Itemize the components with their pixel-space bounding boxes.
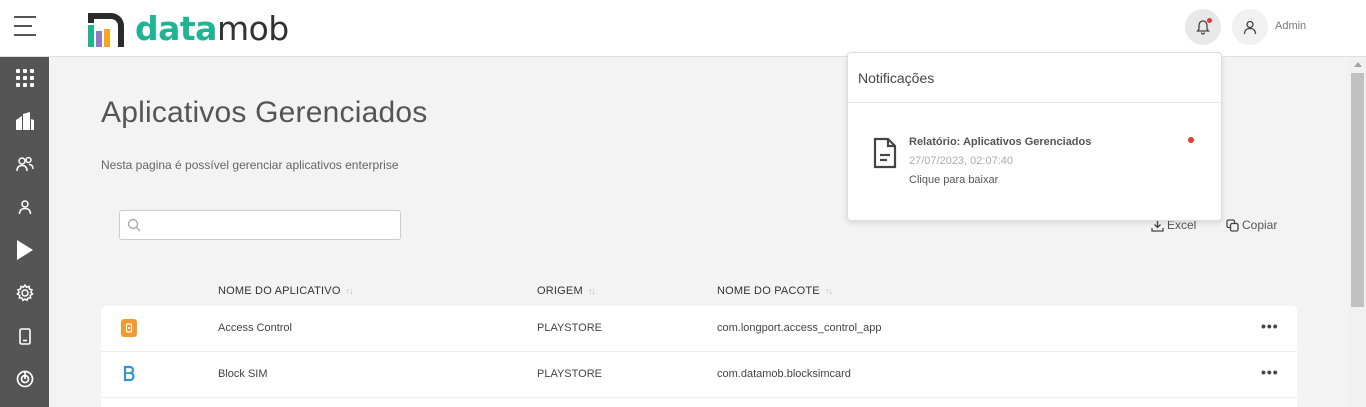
- app-package: com.longport.access_control_app: [717, 322, 882, 334]
- column-header-package[interactable]: NOME DO PACOTE ↑↓: [717, 285, 833, 297]
- sort-icon: ↑↓: [824, 286, 833, 296]
- notifications-button[interactable]: [1185, 9, 1221, 45]
- gear-icon: [15, 284, 34, 302]
- notification-date: 27/07/2023, 02:07:40: [909, 155, 1013, 167]
- sidebar-item-groups[interactable]: [0, 143, 49, 185]
- sidebar-item-users[interactable]: [0, 186, 49, 228]
- app-origin: PLAYSTORE: [537, 322, 603, 334]
- grid-icon: [15, 69, 34, 87]
- sidebar-item-companies[interactable]: [0, 100, 49, 142]
- app-origin: PLAYSTORE: [537, 368, 603, 380]
- page-title: Aplicativos Gerenciados: [101, 96, 428, 129]
- sidebar-item-reports[interactable]: [0, 358, 49, 400]
- search-icon: [127, 218, 141, 232]
- app-name: Block SIM: [218, 368, 268, 380]
- copy-label: Copiar: [1242, 218, 1278, 232]
- datamob-logo[interactable]: datamob: [87, 8, 289, 48]
- sidebar-item-devices[interactable]: [0, 315, 49, 357]
- app-package: com.datamob.blocksimcard: [717, 368, 851, 380]
- column-header-app-name[interactable]: NOME DO APLICATIVO ↑↓: [218, 285, 354, 297]
- sidebar: [0, 57, 49, 407]
- notification-download-link[interactable]: Clique para baixar: [909, 174, 998, 186]
- unread-indicator: [1188, 137, 1194, 143]
- users-icon: [15, 156, 34, 172]
- building-icon: [15, 112, 34, 130]
- table-row[interactable]: Access Control PLAYSTORE com.longport.ac…: [101, 306, 1297, 352]
- scrollbar[interactable]: [1349, 57, 1366, 407]
- logo-wordmark: datamob: [135, 8, 289, 48]
- sidebar-item-settings[interactable]: [0, 272, 49, 314]
- notifications-panel: Notificações Relatório: Aplicativos Gere…: [847, 52, 1222, 221]
- copy-button[interactable]: Copiar: [1226, 218, 1277, 232]
- more-options-icon[interactable]: •••: [1261, 318, 1279, 334]
- copy-icon: [1226, 218, 1239, 232]
- logo-mark-icon: [88, 13, 124, 47]
- divider: [848, 102, 1221, 103]
- more-options-icon[interactable]: •••: [1261, 364, 1279, 380]
- document-icon: [873, 137, 897, 169]
- phone-icon: [18, 327, 31, 345]
- sidebar-item-applications[interactable]: [0, 229, 49, 271]
- user-name[interactable]: Admin: [1275, 20, 1306, 32]
- search-input[interactable]: [148, 215, 396, 235]
- user-icon: [18, 200, 31, 215]
- scroll-up-arrow-icon[interactable]: [1354, 62, 1362, 67]
- play-store-icon: [16, 240, 33, 260]
- sort-icon: ↑↓: [587, 286, 596, 296]
- sidebar-item-dashboard[interactable]: [0, 57, 49, 99]
- access-control-app-icon: [121, 319, 137, 337]
- apps-table: Access Control PLAYSTORE com.longport.ac…: [101, 306, 1297, 407]
- table-row[interactable]: Block SIM PLAYSTORE com.datamob.blocksim…: [101, 352, 1297, 398]
- user-avatar[interactable]: [1232, 9, 1268, 45]
- page-subtitle: Nesta pagina é possível gerenciar aplica…: [101, 158, 399, 172]
- app-name: Access Control: [218, 322, 292, 334]
- sort-icon: ↑↓: [345, 286, 354, 296]
- radar-icon: [16, 370, 33, 388]
- notification-item[interactable]: Relatório: Aplicativos Gerenciados 27/07…: [848, 125, 1221, 195]
- menu-icon[interactable]: [14, 16, 36, 38]
- notification-title: Relatório: Aplicativos Gerenciados: [909, 136, 1092, 148]
- block-sim-app-icon: [121, 365, 137, 383]
- user-icon: [1243, 20, 1257, 34]
- top-bar: datamob Admin: [0, 0, 1366, 57]
- column-header-origin[interactable]: ORIGEM ↑↓: [537, 285, 596, 297]
- notification-badge: [1207, 18, 1212, 23]
- search-box: [119, 210, 401, 240]
- scrollbar-thumb[interactable]: [1351, 73, 1364, 307]
- notifications-title: Notificações: [858, 70, 935, 86]
